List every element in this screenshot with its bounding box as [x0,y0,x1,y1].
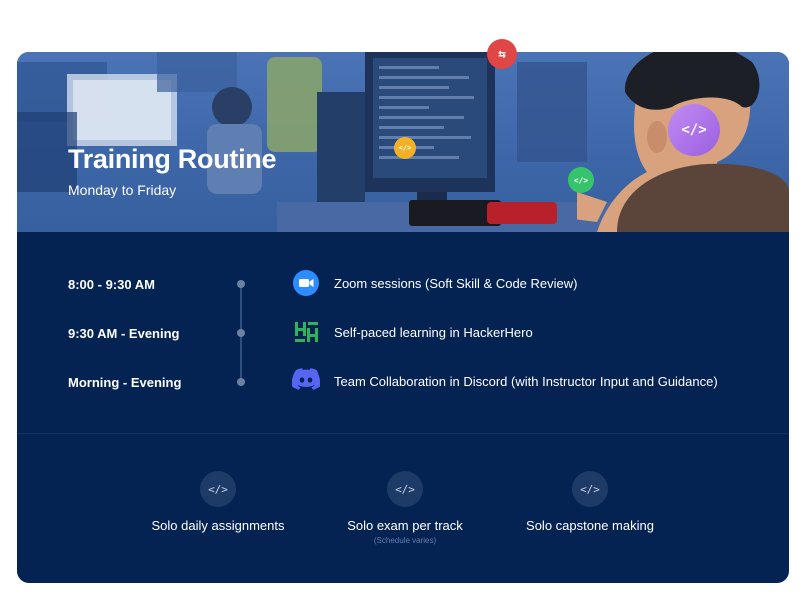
code-badge-green-icon: </> [568,167,594,193]
zoom-icon [293,270,319,296]
swap-badge-red-icon: ⇆ [487,39,517,69]
section-divider [17,433,789,434]
activity-label: Self-paced learning in HackerHero [334,325,533,340]
task-label: Solo capstone making [526,518,654,533]
code-badge-purple-icon: </> [668,104,720,156]
page-title: Training Routine [68,144,277,174]
task-note: (Schedule varies) [373,536,437,545]
timeline-dot [237,280,245,288]
schedule-section: 8:00 - 9:30 AM Zoom sessions (Soft Skill… [17,232,789,434]
task-label: Solo exam per track [347,518,463,533]
schedule-time: 9:30 AM - Evening [68,326,180,341]
task-label: Solo daily assignments [151,518,285,533]
hackerhero-icon [295,322,318,342]
code-icon: </> [200,471,236,507]
schedule-time: 8:00 - 9:30 AM [68,277,155,292]
timeline-dot [237,329,245,337]
activity-label: Team Collaboration in Discord (with Inst… [334,374,718,389]
schedule-time: Morning - Evening [68,375,182,390]
timeline-dot [237,378,245,386]
page-subtitle: Monday to Friday [68,182,177,198]
code-badge-yellow-icon: </> [394,137,416,159]
code-icon: </> [387,471,423,507]
discord-icon [292,368,320,390]
activity-label: Zoom sessions (Soft Skill & Code Review) [334,276,578,291]
code-icon: </> [572,471,608,507]
